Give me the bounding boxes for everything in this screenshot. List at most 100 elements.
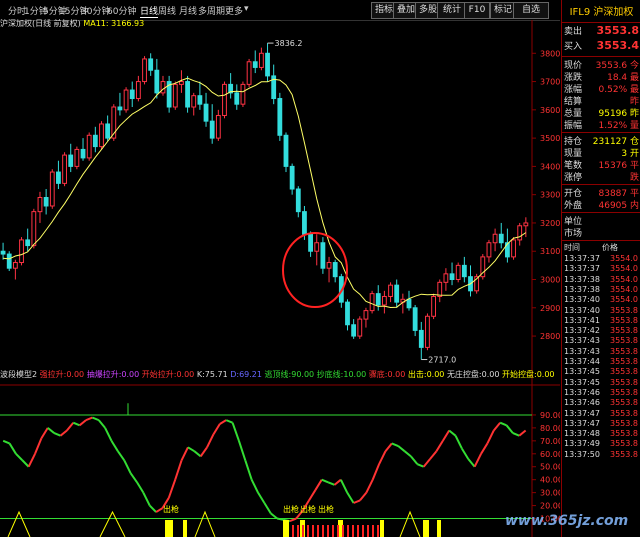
- quote-row: 市场: [564, 226, 640, 239]
- panel-separator: [562, 132, 640, 133]
- trade-time: 13:37:47: [564, 408, 600, 418]
- k-line-segment: [225, 419, 233, 424]
- trade-price: 3553.8: [610, 439, 638, 449]
- signal-label: 出枪: [300, 504, 316, 514]
- trade-price: 3553.8: [610, 449, 638, 459]
- k-line-segment: [397, 445, 406, 452]
- k-line-segment: [333, 478, 342, 486]
- k-line-segment: [410, 455, 419, 465]
- trade-time: 13:37:40: [564, 305, 600, 315]
- candle: [388, 284, 393, 297]
- k-line-segment: [15, 453, 24, 461]
- candle: [191, 95, 197, 108]
- candle: [351, 324, 357, 337]
- trade-price: 3553.8: [610, 357, 638, 366]
- k-line-segment: [8, 442, 17, 455]
- quote-row: 结算 昨: [564, 94, 640, 107]
- panel-separator: [562, 184, 640, 185]
- k-line-segment: [454, 435, 463, 450]
- candle: [511, 239, 516, 258]
- k-line-segment: [492, 422, 501, 432]
- k-line-segment: [85, 416, 93, 422]
- signal-tick: [332, 525, 334, 537]
- signal-tick: [337, 525, 339, 537]
- trade-price: 3553.8: [610, 315, 638, 325]
- candle: [0, 250, 6, 255]
- kline-chart[interactable]: 2800 2900 3000 3100 3200 3300 3400 3500 3600 3700…: [0, 20, 560, 537]
- signal-tick: [307, 525, 309, 537]
- k-line-segment: [391, 442, 399, 447]
- k-line-segment: [263, 502, 272, 514]
- trade-price: 3554.0: [610, 295, 638, 305]
- candle: [277, 98, 283, 136]
- candle: [394, 284, 400, 303]
- panel-separator: [562, 240, 640, 241]
- k-line-segment: [104, 427, 113, 442]
- k-line-segment: [480, 442, 489, 455]
- k-line-segment: [384, 442, 393, 452]
- signal-bar: [380, 520, 384, 537]
- signal-tick: [372, 525, 374, 537]
- candle: [197, 95, 203, 105]
- signal-tick: [362, 525, 364, 537]
- trade-price: 3553.8: [610, 398, 638, 408]
- k-line-segment: [244, 459, 253, 480]
- trade-price: 3553.8: [610, 305, 638, 315]
- quote-label: 卖出: [564, 27, 583, 37]
- period-tab[interactable]: 日线: [140, 4, 159, 18]
- k-line-segment: [505, 424, 514, 434]
- k-line-segment: [79, 419, 87, 427]
- signal-tick: [322, 525, 324, 537]
- period-tab[interactable]: 多周期: [198, 4, 225, 17]
- trades-price-header: 价格: [602, 243, 618, 252]
- candle: [492, 233, 498, 244]
- period-tab[interactable]: 月线: [179, 4, 197, 17]
- candle: [314, 242, 320, 252]
- watermark: www.365jz.com: [505, 513, 629, 529]
- y-tick-label: 3700: [540, 78, 560, 87]
- k-line-segment: [422, 458, 431, 468]
- trade-time: 13:37:41: [564, 315, 600, 325]
- trade-row: 13:37:50 3553.8: [564, 450, 640, 462]
- k-line-segment: [416, 463, 425, 468]
- candle: [123, 89, 129, 111]
- bottom-triangle: [399, 510, 421, 537]
- more-arrow-icon[interactable]: ▾: [244, 4, 249, 14]
- trade-price: 3553.8: [610, 418, 638, 428]
- candle: [25, 239, 31, 247]
- candle: [486, 242, 492, 258]
- k-line-segment: [378, 450, 387, 465]
- trade-price: 3554.0: [610, 284, 638, 294]
- low-label: 2717.0: [428, 356, 456, 365]
- candle: [283, 134, 289, 167]
- trade-time: 13:37:46: [564, 387, 600, 397]
- candle: [68, 154, 74, 167]
- legend-item: 波段模型2: [0, 370, 40, 379]
- k-line-segment: [72, 421, 81, 427]
- legend-item: 出击:0.00: [407, 370, 447, 379]
- k-line-segment: [257, 492, 266, 504]
- bid-ask-row: 卖出 3553.8: [564, 24, 640, 38]
- legend-item: 骤底:0.00: [368, 370, 408, 379]
- period-tab[interactable]: 60分钟: [107, 4, 136, 17]
- signal-label: 出枪: [283, 504, 299, 514]
- toolbar-button[interactable]: F10: [464, 2, 490, 19]
- trade-time: 13:37:49: [564, 439, 600, 449]
- toolbar-button[interactable]: 统计: [437, 2, 467, 19]
- legend-item: 强拉升:0.00: [39, 370, 87, 379]
- toolbar-button[interactable]: 自选: [513, 2, 549, 19]
- k-line-segment: [21, 459, 30, 468]
- k-line-segment: [435, 440, 444, 452]
- trade-price: 3553.8: [610, 408, 638, 418]
- period-tab[interactable]: 周线: [158, 4, 176, 17]
- candle: [215, 114, 221, 139]
- candle: [117, 106, 123, 111]
- quote-value: 46905 内: [598, 201, 640, 211]
- candle: [234, 92, 240, 105]
- trade-time: 13:37:43: [564, 346, 600, 356]
- candle: [326, 262, 332, 269]
- k-line-segment: [359, 491, 368, 502]
- candle: [412, 307, 418, 331]
- period-tab[interactable]: 更多: [225, 4, 243, 17]
- candle: [31, 211, 37, 247]
